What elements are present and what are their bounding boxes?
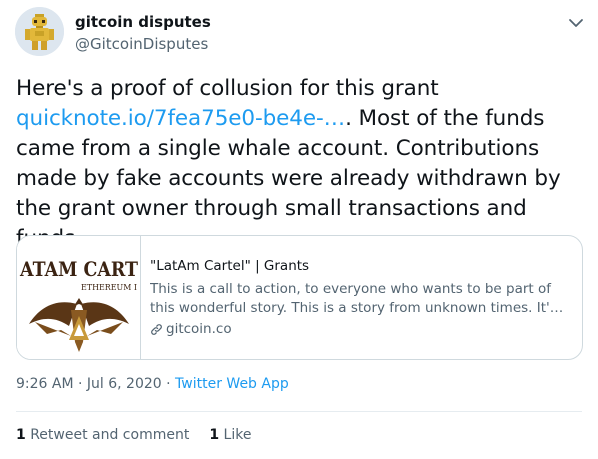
more-options-button[interactable] [566, 13, 586, 33]
card-description: This is a call to action, to everyone wh… [150, 280, 575, 318]
tweet-stats: 1 Retweet and comment 1 Like [16, 427, 251, 443]
latam-cartel-logo-icon: ATAM CART ETHEREUM I [17, 236, 140, 359]
tweet-link[interactable]: quicknote.io/7fea75e0-be4e-… [16, 106, 345, 131]
tweet-date[interactable]: Jul 6, 2020 [87, 376, 162, 392]
avatar[interactable] [15, 7, 64, 56]
card-domain-text: gitcoin.co [166, 321, 232, 337]
retweets-count: 1 [16, 427, 26, 443]
robot-droid-icon [15, 7, 64, 56]
tweet-text: Here's a proof of collusion for this gra… [16, 74, 588, 254]
meta-separator: · [161, 376, 176, 392]
meta-separator: · [73, 376, 87, 392]
card-domain: gitcoin.co [150, 321, 232, 337]
card-description-line: This is a call to action, to everyone wh… [150, 281, 552, 297]
tweet: gitcoin disputes @GitcoinDisputes Here's… [0, 0, 598, 459]
tweet-text-before-link: Here's a proof of collusion for this gra… [16, 76, 439, 101]
tweet-source[interactable]: Twitter Web App [175, 376, 289, 392]
card-description-line: this wonderful story. This is a story fr… [150, 300, 564, 316]
card-image-subtitle: ETHEREUM I [81, 283, 137, 292]
link-preview-card[interactable]: ATAM CART ETHEREUM I "LatAm Cartel" | Gr… [16, 235, 583, 360]
tweet-time[interactable]: 9:26 AM [16, 376, 74, 392]
card-image-title: ATAM CART [19, 257, 138, 281]
retweets-stat[interactable]: 1 Retweet and comment [16, 427, 189, 443]
chevron-down-icon [569, 19, 583, 27]
link-icon [151, 323, 162, 335]
display-name[interactable]: gitcoin disputes [75, 13, 211, 31]
likes-label: Like [223, 427, 252, 443]
divider [16, 411, 582, 412]
likes-stat[interactable]: 1 Like [209, 427, 251, 443]
tweet-meta: 9:26 AM · Jul 6, 2020 · Twitter Web App [16, 376, 289, 392]
likes-count: 1 [209, 427, 220, 443]
card-title: "LatAm Cartel" | Grants [150, 258, 310, 274]
retweets-label: Retweet and comment [30, 427, 190, 443]
user-handle[interactable]: @GitcoinDisputes [75, 35, 208, 53]
card-image: ATAM CART ETHEREUM I [17, 236, 141, 359]
